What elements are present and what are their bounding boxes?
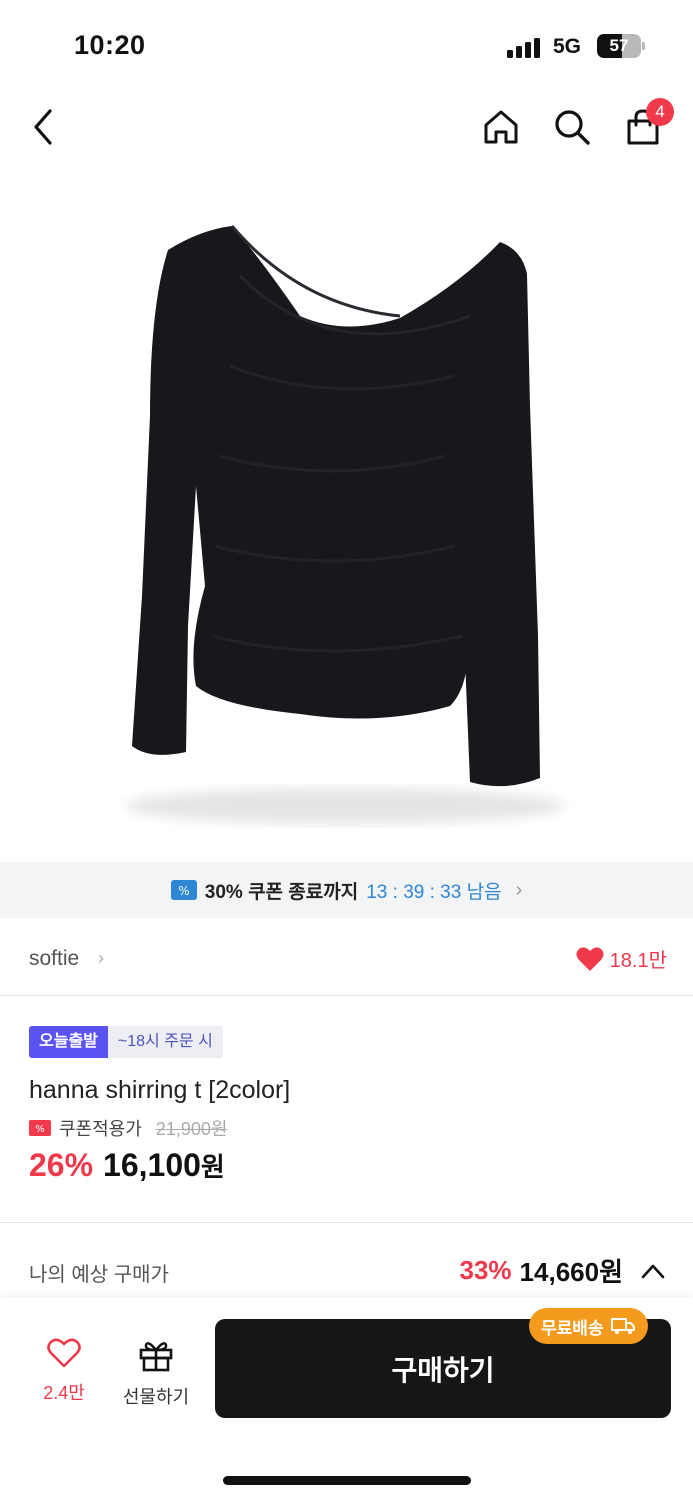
heart-outline-icon (47, 1338, 81, 1368)
coupon-icon: % (29, 1120, 51, 1136)
coupon-timer-banner[interactable]: % 30% 쿠폰 종료까지 13 : 39 : 33 남음 › (0, 862, 693, 918)
price-line: 26% 16,100원 (29, 1147, 669, 1184)
gift-label: 선물하기 (122, 1387, 190, 1407)
free-shipping-badge: 무료배송 (529, 1308, 648, 1344)
svg-text:%: % (35, 1124, 45, 1135)
expected-discount-rate: 33% (459, 1255, 512, 1285)
network-type: 5G (553, 35, 582, 58)
battery-icon: 57 (597, 34, 645, 58)
top-nav: 4 (0, 92, 693, 166)
coupon-banner-label: 30% 쿠폰 종료까지 (204, 881, 359, 903)
search-icon (555, 110, 590, 145)
cart-button[interactable]: 4 (620, 98, 674, 150)
wishlist-button[interactable]: 2.4만 (26, 1338, 102, 1405)
shipping-tags: 오늘출발 ~18시 주문 시 (29, 1026, 669, 1058)
cart-count-badge: 4 (646, 98, 674, 126)
expected-price: 14,660원 (519, 1257, 623, 1287)
seller-name-link[interactable]: softie (29, 947, 79, 971)
store-like-count: 18.1만 (609, 950, 667, 972)
truck-icon (610, 1318, 635, 1334)
free-shipping-label: 무료배송 (541, 1318, 604, 1338)
expected-price-label: 나의 예상 구매가 (29, 1264, 169, 1286)
chevron-right-icon: › (98, 948, 104, 968)
battery-level: 57 (609, 36, 629, 55)
bottom-action-bar: 2.4만 선물하기 구매하기 무료배송 (0, 1298, 693, 1500)
status-time: 10:20 (74, 30, 146, 60)
wishlist-count: 2.4만 (43, 1383, 85, 1403)
divider (0, 1222, 693, 1223)
black-long-sleeve-top-photo (125, 225, 565, 824)
status-bar: 10:20 5G 57 (0, 0, 693, 92)
chevron-left-icon (34, 109, 52, 145)
order-deadline-tag: ~18시 주문 시 (107, 1026, 223, 1058)
expected-price-row[interactable]: 나의 예상 구매가 33% 14,660원 (29, 1252, 665, 1288)
coupon-price-label: 쿠폰적용가 (59, 1119, 142, 1139)
store-like-button[interactable]: 18.1만 (576, 944, 667, 973)
product-info: 오늘출발 ~18시 주문 시 hanna shirring t [2color]… (29, 1026, 669, 1184)
coupon-price-line: % 쿠폰적용가 21,900원 (29, 1115, 669, 1141)
chevron-right-icon: › (515, 878, 523, 901)
original-price: 21,900원 (155, 1119, 228, 1139)
product-image[interactable] (0, 166, 693, 861)
gift-icon (139, 1342, 173, 1372)
coupon-countdown: 13 : 39 : 33 남음 (366, 881, 502, 903)
product-title: hanna shirring t [2color] (29, 1076, 291, 1104)
currency-unit: 원 (200, 1152, 225, 1182)
home-button[interactable] (478, 104, 524, 150)
chevron-up-icon[interactable] (641, 1263, 665, 1279)
today-shipping-tag: 오늘출발 (29, 1026, 108, 1058)
seller-row: softie › 18.1만 (0, 920, 693, 996)
sale-price: 16,100 (103, 1147, 201, 1183)
svg-text:%: % (178, 884, 189, 898)
home-indicator (223, 1476, 471, 1485)
signal-icon (507, 36, 543, 58)
gift-button[interactable]: 선물하기 (116, 1338, 196, 1409)
discount-rate: 26% (29, 1147, 94, 1183)
heart-filled-icon (576, 946, 604, 971)
coupon-icon: % (170, 880, 197, 900)
search-button[interactable] (549, 104, 595, 150)
back-button[interactable] (20, 104, 66, 150)
home-icon (484, 110, 518, 144)
